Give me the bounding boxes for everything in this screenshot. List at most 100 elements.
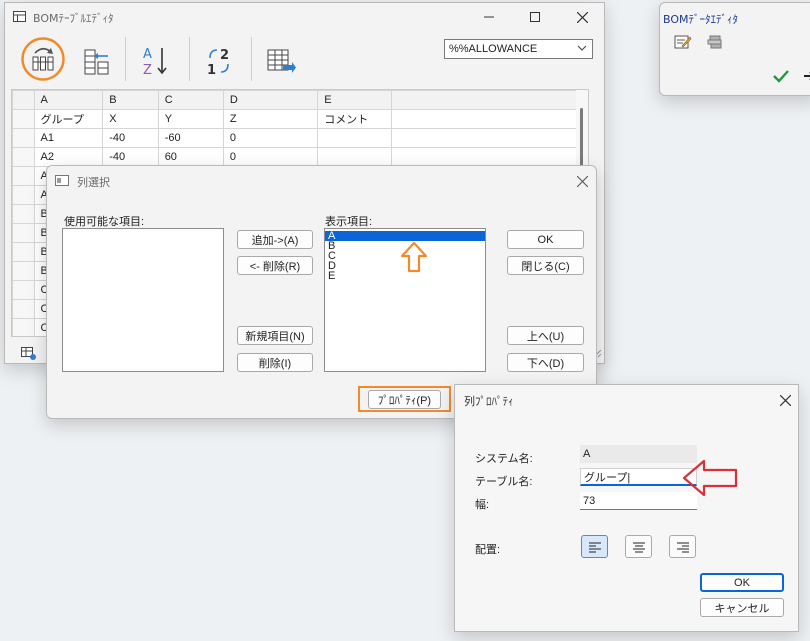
grid-cell[interactable]: グループ (33, 109, 104, 129)
move-down-button[interactable]: 下へ(D) (507, 353, 584, 372)
close-button[interactable] (560, 167, 604, 195)
table-name-input[interactable]: グループ| (580, 468, 697, 486)
grid-column-header-row: A B C D E (12, 90, 588, 110)
row-header-cell[interactable] (12, 223, 35, 243)
row-header-cell[interactable] (12, 242, 35, 262)
table-row[interactable]: A2 -40 60 0 (12, 147, 588, 167)
grid-column-header[interactable]: A (33, 90, 104, 110)
table-row[interactable]: A1 -40 -60 0 (12, 128, 588, 148)
grid-cell[interactable]: Y (157, 109, 224, 129)
align-center-button[interactable] (625, 535, 652, 558)
row-header-cell[interactable] (12, 185, 35, 205)
grid-cell[interactable] (317, 147, 392, 167)
grid-cell[interactable]: コメント (317, 109, 392, 129)
window-title: BOMﾃｰﾌﾞﾙｴﾃﾞｨﾀ (33, 12, 114, 25)
table-row[interactable]: グループ X Y Z コメント (12, 109, 588, 129)
sort-ascending-button[interactable]: A Z (133, 39, 177, 83)
grid-cell[interactable]: 0 (222, 147, 319, 167)
sort-numeric-button[interactable]: 2 1 (197, 39, 241, 83)
grid-empty-cell (390, 147, 588, 167)
grid-column-header[interactable]: D (222, 90, 319, 110)
up-arrow-annotation-icon (400, 241, 428, 276)
bom-toolbar: A Z 2 1 %%ALLOWANCE (5, 31, 604, 91)
grid-empty-cell (390, 109, 588, 129)
row-header-cell[interactable] (12, 147, 35, 167)
new-item-button[interactable]: 新規項目(N) (237, 326, 313, 345)
grid-cell[interactable]: Z (222, 109, 319, 129)
align-left-icon (588, 542, 601, 552)
properties-cancel-button[interactable]: キャンセル (700, 598, 784, 617)
grid-cell[interactable]: 0 (222, 128, 319, 148)
sort-1-2-icon: 2 1 (207, 48, 229, 77)
properties-button[interactable]: ﾌﾟﾛﾊﾟﾃｨ(P) (368, 390, 441, 409)
column-settings-button[interactable] (75, 39, 119, 83)
svg-text:Z: Z (143, 63, 152, 77)
sort-a-z-icon: A Z (143, 47, 167, 77)
row-header-cell[interactable] (12, 299, 35, 319)
arrow-right-icon[interactable] (802, 69, 810, 86)
column-select-button[interactable] (21, 37, 65, 81)
width-input[interactable]: 73 (580, 492, 697, 510)
row-header-cell[interactable] (12, 166, 35, 186)
grid-cell[interactable] (317, 128, 392, 148)
grid-cell[interactable]: -60 (157, 128, 224, 148)
toolbar-separator (189, 37, 190, 81)
chevron-down-icon (577, 43, 587, 56)
row-header-cell[interactable] (12, 109, 35, 129)
grid-options-icon[interactable] (21, 347, 37, 364)
grid-column-header[interactable]: B (102, 90, 159, 110)
column-settings-icon (84, 49, 109, 75)
close-button[interactable] (763, 386, 807, 414)
bom-data-editor-window: BOMﾃﾞｰﾀｴﾃﾞｨﾀ (659, 2, 810, 96)
row-header-cell[interactable] (12, 261, 35, 281)
grid-column-header[interactable]: E (317, 90, 392, 110)
svg-text:1: 1 (207, 63, 216, 77)
grid-corner-cell (12, 90, 35, 110)
row-header-cell[interactable] (12, 204, 35, 224)
maximize-button[interactable] (513, 3, 557, 31)
edit-data-icon[interactable] (674, 33, 692, 54)
allowance-select-value: %%ALLOWANCE (449, 43, 538, 55)
row-header-cell[interactable] (12, 128, 35, 148)
svg-text:2: 2 (220, 48, 229, 63)
column-select-titlebar[interactable]: 列選択 (47, 166, 596, 196)
grid-cell[interactable]: A2 (33, 147, 104, 167)
delete-button[interactable]: 削除(I) (237, 353, 313, 372)
align-right-button[interactable] (669, 535, 696, 558)
row-header-cell[interactable] (12, 280, 35, 300)
column-select-title: 列選択 (77, 176, 110, 189)
grid-cell[interactable]: 60 (157, 147, 224, 167)
align-right-icon (676, 542, 689, 552)
grid-empty-cell (390, 128, 588, 148)
available-items-label: 使用可能な項目: (64, 216, 145, 228)
grid-cell[interactable]: X (102, 109, 159, 129)
stack-data-icon[interactable] (706, 33, 724, 54)
row-header-cell[interactable] (12, 318, 35, 336)
available-items-list[interactable] (62, 228, 224, 372)
ok-button[interactable]: OK (507, 230, 584, 249)
export-table-button[interactable] (259, 39, 303, 83)
align-left-button[interactable] (581, 535, 608, 558)
close-dialog-button[interactable]: 閉じる(C) (507, 256, 584, 275)
list-item-selected[interactable]: A (325, 231, 485, 242)
add-button[interactable]: 追加->(A) (237, 230, 313, 249)
allowance-select[interactable]: %%ALLOWANCE (444, 39, 593, 59)
move-up-button[interactable]: 上へ(U) (507, 326, 584, 345)
display-items-label: 表示項目: (325, 216, 373, 228)
column-properties-title: 列ﾌﾟﾛﾊﾟﾃｨ (464, 395, 514, 408)
grid-cell[interactable]: -40 (102, 147, 159, 167)
column-properties-titlebar[interactable]: 列ﾌﾟﾛﾊﾟﾃｨ (455, 385, 798, 415)
bom-data-editor-title: BOMﾃﾞｰﾀｴﾃﾞｨﾀ (663, 13, 739, 26)
properties-ok-button[interactable]: OK (700, 573, 784, 592)
grid-cell[interactable]: -40 (102, 128, 159, 148)
check-green-icon[interactable] (772, 69, 790, 86)
grid-cell[interactable]: A1 (33, 128, 104, 148)
remove-button[interactable]: <- 削除(R) (237, 256, 313, 275)
table-name-label: テーブル名: (475, 476, 533, 488)
bom-table-editor-titlebar[interactable]: BOMﾃｰﾌﾞﾙｴﾃﾞｨﾀ (5, 3, 604, 31)
toolbar-separator (125, 37, 126, 81)
close-button[interactable] (560, 3, 604, 31)
minimize-button[interactable] (467, 3, 511, 31)
grid-column-header[interactable]: C (157, 90, 224, 110)
column-select-dialog: 列選択 使用可能な項目: 追加->(A) <- 削除(R) 新規項目(N) 削除… (46, 165, 597, 419)
